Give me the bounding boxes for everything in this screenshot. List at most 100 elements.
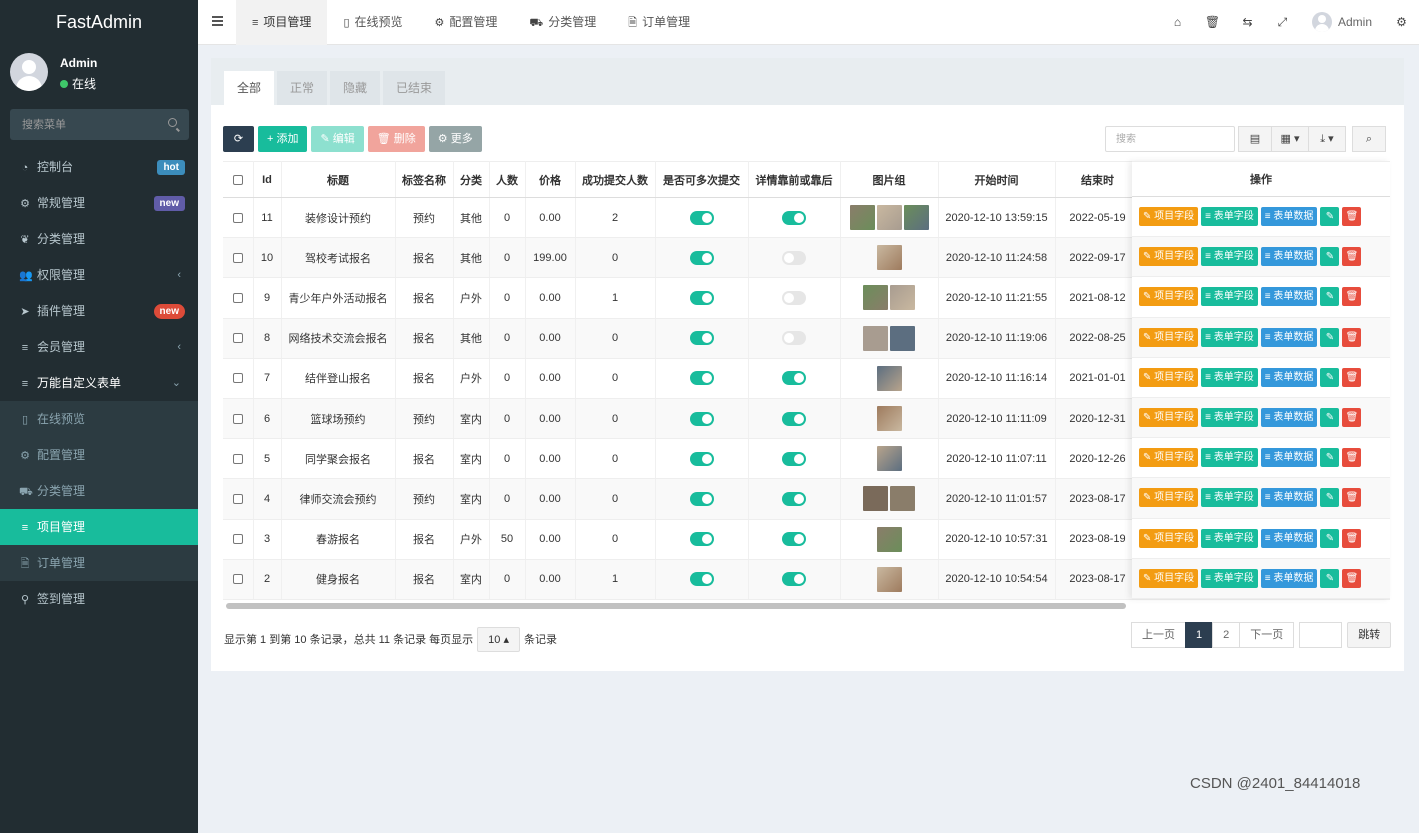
row-delete-button[interactable]: 🗑 <box>1342 247 1362 267</box>
op-form-fields-button[interactable]: ≡ 表单字段 <box>1201 568 1258 588</box>
page-jump-input[interactable] <box>1299 622 1343 648</box>
toggle-switch[interactable] <box>782 290 806 305</box>
nav-tab[interactable]: ⚙ 配置管理 <box>419 0 514 45</box>
toggle-switch[interactable] <box>689 290 714 305</box>
sidebar-item[interactable]: ⛟ 分类管理 <box>0 473 198 509</box>
page-1-button[interactable]: 1 <box>1185 622 1214 648</box>
menu-search-input[interactable] <box>10 109 160 140</box>
col-header[interactable]: 图片组 <box>840 161 939 198</box>
col-header[interactable]: 价格 <box>525 161 576 198</box>
toggle-switch[interactable] <box>782 250 806 265</box>
row-delete-button[interactable]: 🗑 <box>1342 327 1362 347</box>
page-2-button[interactable]: 2 <box>1212 622 1241 648</box>
tab-ended[interactable]: 已结束 <box>383 71 446 105</box>
op-form-data-button[interactable]: ≡ 表单数据 <box>1260 207 1318 226</box>
row-edit-button[interactable]: ✎ <box>1320 448 1340 468</box>
thumbnail-image[interactable] <box>876 245 902 271</box>
op-fields-button[interactable]: ✎ 项目字段 <box>1139 207 1199 226</box>
toggle-switch[interactable] <box>689 331 714 346</box>
row-checkbox[interactable] <box>232 212 243 223</box>
toggle-switch[interactable] <box>689 491 714 506</box>
op-form-data-button[interactable]: ≡ 表单数据 <box>1260 327 1318 347</box>
row-edit-button[interactable]: ✎ <box>1320 207 1340 226</box>
page-jump-button[interactable]: 跳转 <box>1347 622 1392 648</box>
tab-all[interactable]: 全部 <box>224 71 275 105</box>
op-form-data-button[interactable]: ≡ 表单数据 <box>1260 528 1318 548</box>
op-fields-button[interactable]: ✎ 项目字段 <box>1139 448 1199 468</box>
toggle-switch[interactable] <box>782 491 806 506</box>
search-icon[interactable] <box>168 118 177 127</box>
op-form-fields-button[interactable]: ≡ 表单字段 <box>1201 367 1258 387</box>
col-header[interactable]: 人数 <box>489 161 526 198</box>
col-header[interactable]: 开始时间 <box>938 161 1056 198</box>
op-form-data-button[interactable]: ≡ 表单数据 <box>1260 448 1318 468</box>
thumbnail-image[interactable] <box>863 486 888 512</box>
row-edit-button[interactable]: ✎ <box>1320 488 1340 508</box>
op-form-fields-button[interactable]: ≡ 表单字段 <box>1201 488 1258 508</box>
columns-button[interactable]: ▦ ▾ <box>1271 126 1309 152</box>
op-fields-button[interactable]: ✎ 项目字段 <box>1139 488 1199 508</box>
row-edit-button[interactable]: ✎ <box>1320 407 1340 427</box>
row-checkbox[interactable] <box>232 333 243 344</box>
thumbnail-image[interactable] <box>876 365 902 391</box>
toggle-switch[interactable] <box>689 532 714 547</box>
tab-hidden[interactable]: 隐藏 <box>330 71 381 105</box>
tab-normal[interactable]: 正常 <box>277 71 328 105</box>
toggle-switch[interactable] <box>782 331 806 346</box>
row-delete-button[interactable]: 🗑 <box>1342 207 1362 226</box>
op-form-fields-button[interactable]: ≡ 表单字段 <box>1201 247 1258 267</box>
thumbnail-image[interactable] <box>876 566 902 592</box>
sidebar-item[interactable]: ≡ 项目管理 <box>0 509 198 545</box>
op-form-data-button[interactable]: ≡ 表单数据 <box>1260 367 1318 387</box>
op-form-data-button[interactable]: ≡ 表单数据 <box>1260 407 1318 427</box>
row-edit-button[interactable]: ✎ <box>1320 367 1340 387</box>
nav-tab[interactable]: ⛟ 分类管理 <box>513 0 612 45</box>
thumbnail-image[interactable] <box>876 526 902 552</box>
toggle-switch[interactable] <box>782 451 806 466</box>
toggle-switch[interactable] <box>689 451 714 466</box>
sidebar-item[interactable]: ◔ 控制台 hot <box>0 149 198 185</box>
row-checkbox[interactable] <box>232 413 243 424</box>
thumbnail-image[interactable] <box>876 205 902 231</box>
row-delete-button[interactable]: 🗑 <box>1342 568 1362 588</box>
nav-tab[interactable]: ≡ 项目管理 <box>236 0 328 45</box>
fullscreen-icon[interactable]: ⤢ <box>1265 0 1300 45</box>
settings-icon[interactable]: ⚙ <box>1384 0 1419 45</box>
op-fields-button[interactable]: ✎ 项目字段 <box>1139 568 1199 588</box>
row-delete-button[interactable]: 🗑 <box>1342 287 1362 307</box>
sidebar-item[interactable]: ➤ 插件管理 new <box>0 293 198 329</box>
row-checkbox[interactable] <box>232 293 243 304</box>
prev-page-button[interactable]: 上一页 <box>1131 622 1186 648</box>
thumbnail-image[interactable] <box>863 285 888 311</box>
op-fields-button[interactable]: ✎ 项目字段 <box>1139 327 1199 347</box>
add-button[interactable]: + 添加 <box>258 126 308 152</box>
op-form-fields-button[interactable]: ≡ 表单字段 <box>1201 207 1258 226</box>
delete-button[interactable]: 🗑 删除 <box>367 126 425 152</box>
topbar-user[interactable]: Admin <box>1300 0 1384 45</box>
sidebar-item[interactable]: 👥 权限管理 ‹ <box>0 257 198 293</box>
toggle-switch[interactable] <box>689 250 714 265</box>
next-page-button[interactable]: 下一页 <box>1239 622 1295 648</box>
sidebar-item[interactable]: ≡ 会员管理 ‹ <box>0 329 198 365</box>
row-edit-button[interactable]: ✎ <box>1320 287 1340 307</box>
row-edit-button[interactable]: ✎ <box>1320 528 1340 548</box>
row-checkbox[interactable] <box>232 252 243 263</box>
col-header[interactable]: 分类 <box>453 161 490 198</box>
op-fields-button[interactable]: ✎ 项目字段 <box>1139 367 1199 387</box>
thumbnail-image[interactable] <box>890 486 915 512</box>
row-delete-button[interactable]: 🗑 <box>1342 488 1362 508</box>
col-header[interactable]: Id <box>253 161 282 198</box>
op-fields-button[interactable]: ✎ 项目字段 <box>1139 528 1199 548</box>
row-checkbox[interactable] <box>232 574 243 585</box>
edit-button[interactable]: ✎ 编辑 <box>311 126 364 152</box>
sidebar-item[interactable]: ≡ 万能自定义表单 ⌄ <box>0 365 198 401</box>
op-fields-button[interactable]: ✎ 项目字段 <box>1139 247 1199 267</box>
col-header[interactable]: 成功提交人数 <box>575 161 656 198</box>
sidebar-item[interactable]: ❦ 分类管理 <box>0 221 198 257</box>
op-form-fields-button[interactable]: ≡ 表单字段 <box>1201 327 1258 347</box>
thumbnail-image[interactable] <box>849 205 875 231</box>
toggle-switch[interactable] <box>782 210 806 225</box>
select-all-checkbox[interactable] <box>232 174 243 185</box>
op-fields-button[interactable]: ✎ 项目字段 <box>1139 287 1199 307</box>
export-button[interactable]: ⤓ ▾ <box>1308 126 1346 152</box>
